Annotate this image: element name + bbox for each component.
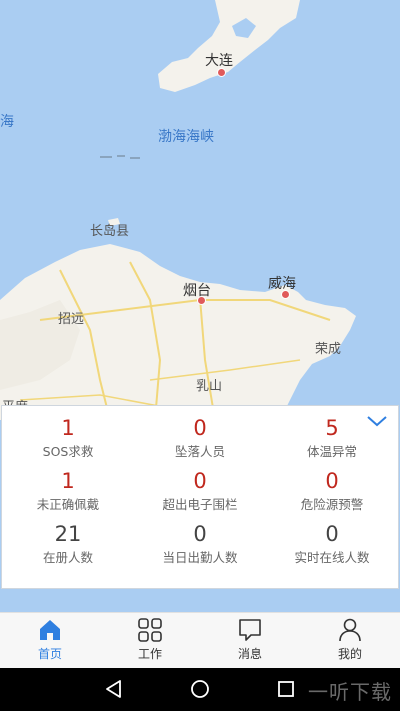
tab-profile[interactable]: 我的: [300, 613, 400, 669]
tab-label: 我的: [337, 647, 362, 661]
grid-icon: [138, 618, 162, 642]
stat-geofence[interactable]: 0 超出电子围栏: [134, 469, 266, 513]
stat-label: 体温异常: [306, 444, 357, 459]
stats-panel: 1 SOS求救 0 坠落人员 5 体温异常 1 未正确佩戴 0 超出电子围栏 0…: [1, 405, 399, 589]
bottom-tab-bar: 首页 工作 消息 我的: [0, 612, 400, 669]
map-label-changdao: 长岛县: [90, 224, 130, 239]
stat-not-worn[interactable]: 1 未正确佩戴: [2, 469, 134, 513]
stat-label: 未正确佩戴: [36, 497, 100, 512]
stat-value: 5: [325, 416, 339, 440]
tab-messages[interactable]: 消息: [200, 613, 300, 669]
watermark: 一听下载: [308, 680, 392, 704]
city-dot-weihai: [281, 290, 290, 299]
tab-label: 首页: [37, 647, 62, 661]
stat-value: 21: [54, 522, 82, 546]
stat-temperature[interactable]: 5 体温异常: [266, 416, 398, 460]
tab-label: 工作: [137, 647, 162, 661]
tab-home[interactable]: 首页: [0, 613, 100, 669]
stat-fall[interactable]: 0 坠落人员: [134, 416, 266, 460]
recent-square-icon[interactable]: [276, 679, 296, 699]
map-label-rongcheng: 荣成: [315, 342, 342, 357]
stat-value: 1: [61, 416, 75, 440]
stat-sos[interactable]: 1 SOS求救: [2, 416, 134, 460]
user-icon: [339, 618, 361, 642]
map-label-sea: 海: [0, 114, 14, 130]
stat-online[interactable]: 0 实时在线人数: [266, 522, 398, 566]
stat-label: SOS求救: [42, 444, 94, 459]
stat-value: 0: [325, 469, 339, 493]
home-circle-icon[interactable]: [190, 679, 210, 699]
system-nav-bar: 一听下载: [0, 668, 400, 711]
stat-value: 1: [61, 469, 75, 493]
stats-grid: 1 SOS求救 0 坠落人员 5 体温异常 1 未正确佩戴 0 超出电子围栏 0…: [2, 416, 398, 566]
back-triangle-icon[interactable]: [104, 679, 124, 699]
stat-attendance[interactable]: 0 当日出勤人数: [134, 522, 266, 566]
stat-label: 实时在线人数: [294, 550, 370, 565]
stat-label: 坠落人员: [174, 444, 225, 459]
stat-label: 当日出勤人数: [162, 550, 238, 565]
home-icon: [40, 620, 60, 640]
stat-value: 0: [193, 416, 207, 440]
tab-work[interactable]: 工作: [100, 613, 200, 669]
map-label-zhaoyuan: 招远: [58, 312, 85, 327]
city-dot-dalian: [217, 68, 226, 77]
stat-value: 0: [193, 469, 207, 493]
stat-registered[interactable]: 21 在册人数: [2, 522, 134, 566]
city-dot-yantai: [197, 296, 206, 305]
map-label-dalian: 大连: [205, 53, 233, 69]
tab-label: 消息: [237, 647, 262, 661]
stat-label: 危险源预警: [300, 497, 364, 512]
stat-value: 0: [325, 522, 339, 546]
message-icon: [239, 619, 261, 641]
stat-label: 在册人数: [42, 550, 93, 565]
stat-label: 超出电子围栏: [162, 497, 238, 512]
stat-value: 0: [193, 522, 207, 546]
map-label-rushan: 乳山: [196, 379, 223, 394]
map-label-bohai-strait: 渤海海峡: [158, 129, 214, 145]
stat-hazard[interactable]: 0 危险源预警: [266, 469, 398, 513]
